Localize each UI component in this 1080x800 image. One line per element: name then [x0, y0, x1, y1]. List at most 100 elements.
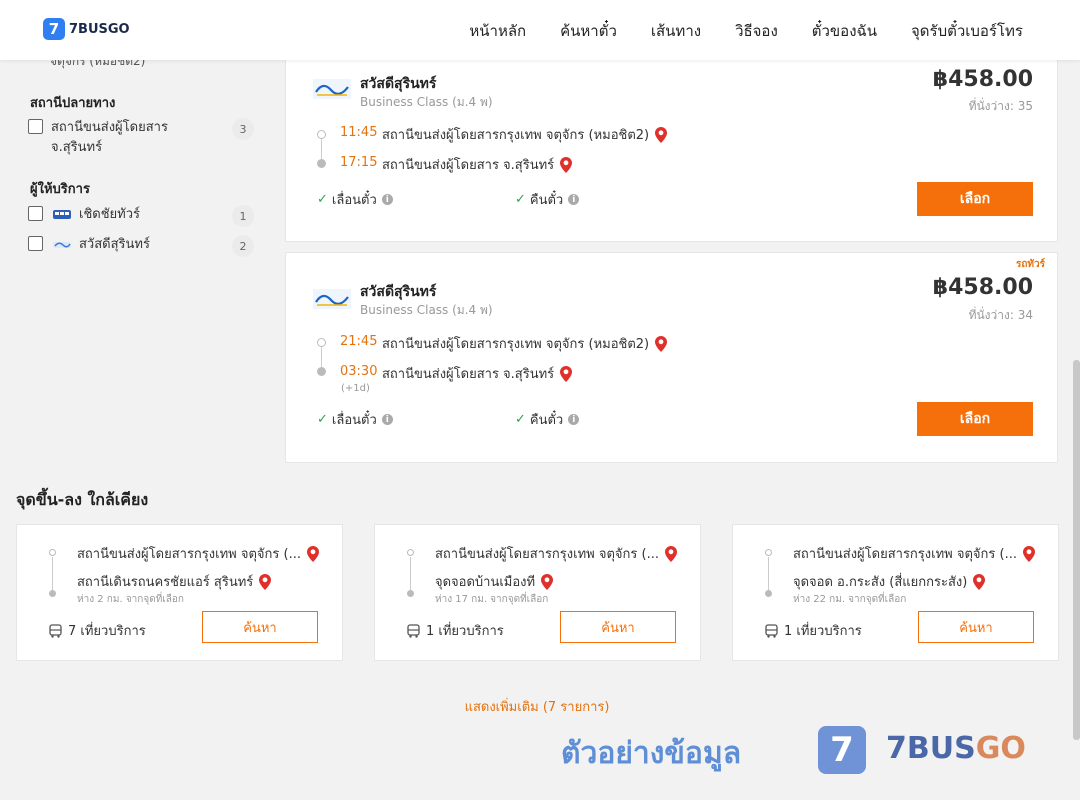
watermark-logo-mark: 7: [818, 726, 866, 774]
bus-type-tag: รถทัวร์: [1015, 259, 1045, 270]
operator-logo-icon: [313, 79, 351, 99]
nearby-search-button[interactable]: ค้นหา: [918, 611, 1034, 643]
map-pin-icon[interactable]: [655, 126, 668, 143]
operator-logo-icon: [53, 210, 71, 219]
bus-class: Business Class (ม.4 พ): [360, 95, 493, 109]
show-more-link[interactable]: แสดงเพิ่มเติม (7 รายการ): [0, 696, 1074, 717]
operator-logo-icon: [53, 242, 71, 248]
nearby-trip-count: 7 เที่ยวบริการ: [49, 620, 146, 641]
seats-available: ที่นั่งว่าง: 34: [968, 308, 1033, 322]
depart-dot: [317, 338, 326, 347]
destination-label: สถานีขนส่งผู้โดยสาร จ.สุรินทร์: [51, 120, 168, 155]
change-ticket-feature: ✓ เลื่อนตั๋ว i: [317, 189, 393, 210]
nearby-search-button[interactable]: ค้นหา: [560, 611, 676, 643]
check-icon: ✓: [515, 192, 526, 207]
timeline-line: [321, 139, 322, 159]
trip-card: รถทัวร์ สวัสดีสุรินทร์ Business Class (ม…: [285, 252, 1058, 463]
nearby-from-station: สถานีขนส่งผู้โดยสารกรุงเทพ จตุจักร (...: [77, 543, 319, 564]
nav-search-ticket[interactable]: ค้นหาตั๋ว: [560, 19, 617, 43]
destination-checkbox[interactable]: [28, 119, 43, 134]
nearby-search-button[interactable]: ค้นหา: [202, 611, 318, 643]
info-icon[interactable]: i: [568, 194, 580, 205]
bus-icon: [49, 623, 62, 638]
operator-checkbox[interactable]: [28, 206, 43, 221]
destination-filter-title: สถานีปลายทาง: [30, 96, 116, 111]
map-pin-icon[interactable]: [664, 545, 677, 562]
seats-available: ที่นั่งว่าง: 35: [968, 99, 1033, 113]
select-trip-button[interactable]: เลือก: [917, 182, 1033, 216]
trip-card: สวัสดีสุรินทร์ Business Class (ม.4 พ) ฿4…: [285, 50, 1058, 242]
arrive-time: 03:30: [340, 364, 378, 379]
operator-name: สวัสดีสุรินทร์: [360, 284, 437, 300]
operator-checkbox[interactable]: [28, 236, 43, 251]
check-icon: ✓: [317, 192, 328, 207]
operator-filter-option[interactable]: สวัสดีสุรินทร์ 2: [28, 235, 254, 257]
operator-label: เชิดชัยทัวร์: [79, 207, 141, 222]
nearby-from-station: สถานีขนส่งผู้โดยสารกรุงเทพ จตุจักร (...: [793, 543, 1035, 564]
depart-dot: [317, 130, 326, 139]
select-trip-button[interactable]: เลือก: [917, 402, 1033, 436]
nav-ticket-pickup[interactable]: จุดรับตั๋วเบอร์โทร: [911, 19, 1023, 43]
nav-how-to-book[interactable]: วิธีจอง: [735, 19, 778, 43]
from-dot: [765, 549, 772, 556]
nearby-distance: ห่าง 22 กม. จากจุดที่เลือก: [793, 594, 907, 605]
check-icon: ✓: [515, 412, 526, 427]
map-pin-icon[interactable]: [541, 573, 554, 590]
operator-count: 1: [232, 205, 254, 227]
main-nav: หน้าหลัก ค้นหาตั๋ว เส้นทาง วิธีจอง ตั๋วข…: [469, 19, 1023, 43]
info-icon[interactable]: i: [568, 414, 580, 425]
map-pin-icon[interactable]: [306, 545, 319, 562]
timeline-line: [768, 557, 769, 591]
next-day-label: (+1d): [341, 383, 370, 394]
depart-station: สถานีขนส่งผู้โดยสารกรุงเทพ จตุจักร (หมอช…: [382, 333, 668, 354]
trip-price: ฿458.00: [932, 275, 1033, 300]
nearby-to-station: จุดจอด อ.กระสัง (สี่แยกกระสัง): [793, 571, 986, 592]
bus-icon: [407, 623, 420, 638]
map-pin-icon[interactable]: [1022, 545, 1035, 562]
timeline-line: [52, 557, 53, 591]
arrive-time: 17:15: [340, 155, 378, 170]
depart-time: 11:45: [340, 125, 378, 140]
top-header: 7 7BUSGO หน้าหลัก ค้นหาตั๋ว เส้นทาง วิธี…: [0, 0, 1080, 60]
nearby-from-station: สถานีขนส่งผู้โดยสารกรุงเทพ จตุจักร (...: [435, 543, 677, 564]
bus-icon: [765, 623, 778, 638]
nav-home[interactable]: หน้าหลัก: [469, 19, 526, 43]
logo-text: 7BUSGO: [69, 21, 130, 37]
timeline-line: [410, 557, 411, 591]
nav-routes[interactable]: เส้นทาง: [651, 19, 701, 43]
arrive-station: สถานีขนส่งผู้โดยสาร จ.สุรินทร์: [382, 154, 573, 175]
to-dot: [49, 590, 56, 597]
destination-filter-option[interactable]: สถานีขนส่งผู้โดยสาร จ.สุรินทร์ 3: [28, 118, 254, 158]
map-pin-icon[interactable]: [560, 365, 573, 382]
logo-mark: 7: [43, 18, 65, 40]
bus-class: Business Class (ม.4 พ): [360, 303, 493, 317]
map-pin-icon[interactable]: [655, 335, 668, 352]
info-icon[interactable]: i: [381, 414, 393, 425]
map-pin-icon[interactable]: [259, 573, 272, 590]
info-icon[interactable]: i: [381, 194, 393, 205]
site-logo[interactable]: 7 7BUSGO: [43, 18, 130, 40]
depart-station: สถานีขนส่งผู้โดยสารกรุงเทพ จตุจักร (หมอช…: [382, 124, 668, 145]
nearby-route-card: สถานีขนส่งผู้โดยสารกรุงเทพ จตุจักร (... …: [732, 524, 1059, 661]
operator-logo-icon: [313, 289, 351, 309]
nearby-distance: ห่าง 2 กม. จากจุดที่เลือก: [77, 594, 184, 605]
map-pin-icon[interactable]: [973, 573, 986, 590]
sample-data-watermark: ตัวอย่างข้อมูล: [561, 736, 742, 771]
map-pin-icon[interactable]: [560, 156, 573, 173]
nearby-to-station: สถานีเดินรถนครชัยแอร์ สุรินทร์: [77, 571, 272, 592]
check-icon: ✓: [317, 412, 328, 427]
operator-filter-option[interactable]: เชิดชัยทัวร์ 1: [28, 205, 254, 227]
operator-name: สวัสดีสุรินทร์: [360, 76, 437, 92]
refund-ticket-feature: ✓ คืนตั๋ว i: [515, 189, 580, 210]
operator-count: 2: [232, 235, 254, 257]
to-dot: [765, 590, 772, 597]
change-ticket-feature: ✓ เลื่อนตั๋ว i: [317, 409, 393, 430]
operator-filter-title: ผู้ให้บริการ: [30, 182, 90, 197]
nav-my-tickets[interactable]: ตั๋วของฉัน: [812, 19, 877, 43]
operator-label: สวัสดีสุรินทร์: [79, 237, 150, 252]
nearby-trip-count: 1 เที่ยวบริการ: [765, 620, 862, 641]
page-scrollbar[interactable]: [1073, 360, 1080, 740]
nearby-route-card: สถานีขนส่งผู้โดยสารกรุงเทพ จตุจักร (... …: [374, 524, 701, 661]
destination-count: 3: [232, 118, 254, 140]
watermark-brand: 7BUSGO: [886, 731, 1026, 766]
